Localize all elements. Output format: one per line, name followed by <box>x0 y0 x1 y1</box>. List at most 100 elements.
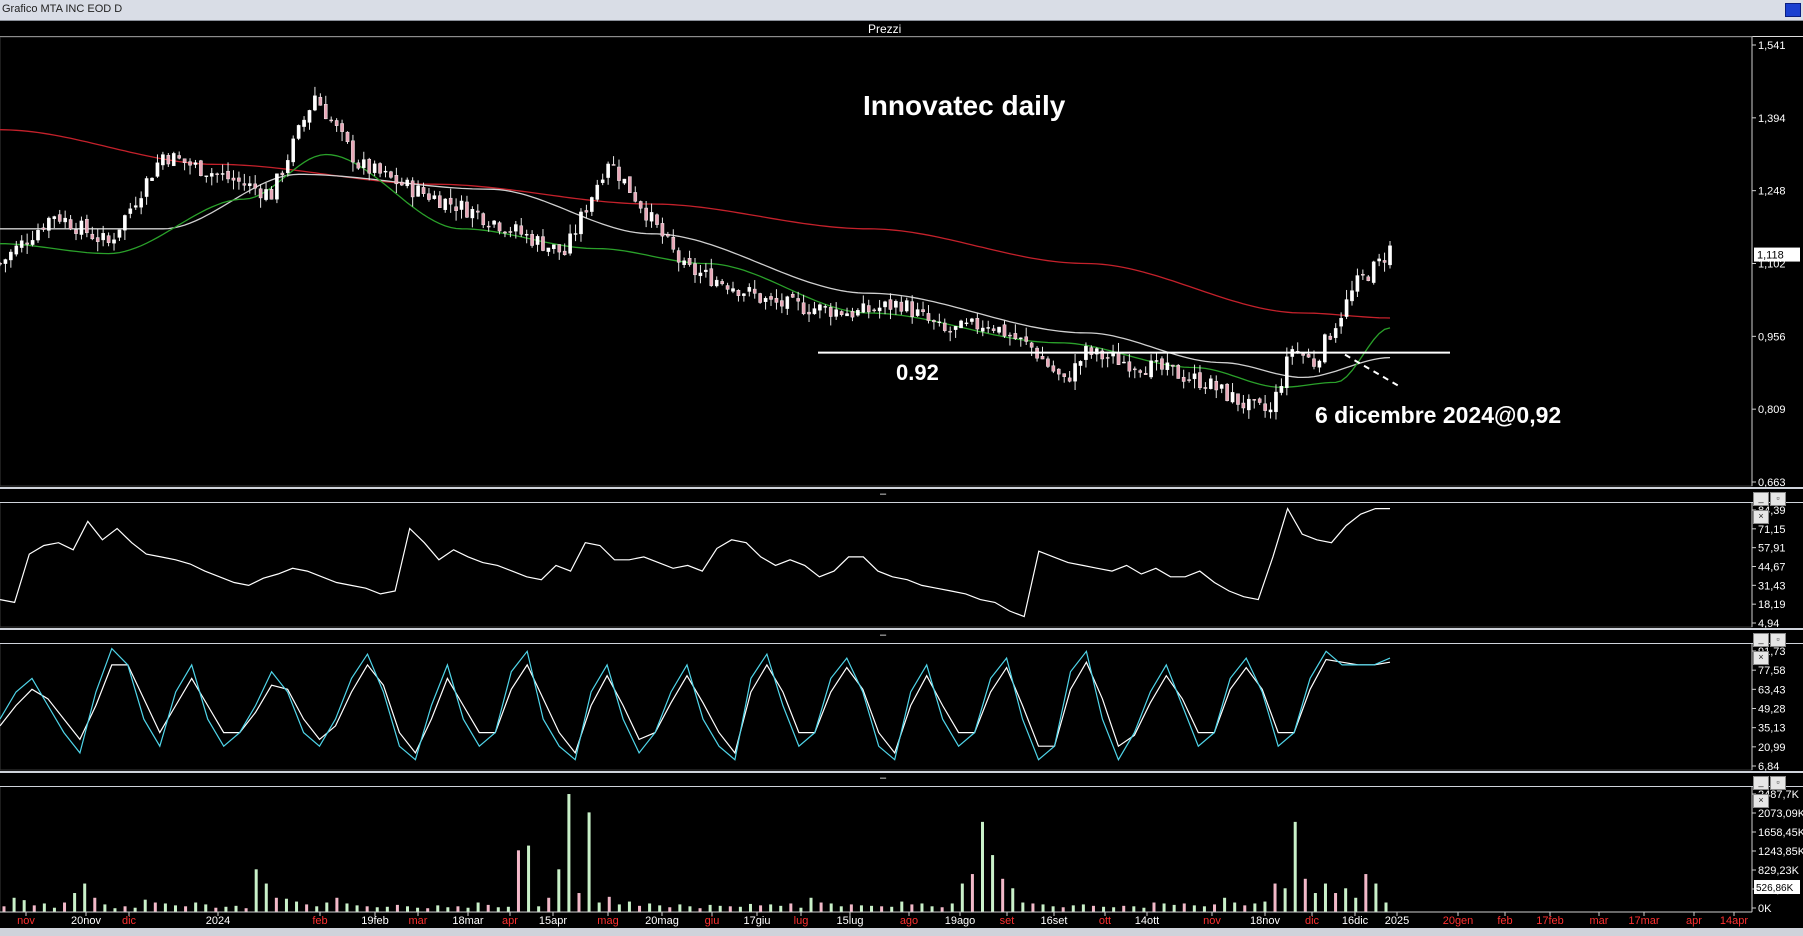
candle-body <box>1306 354 1311 358</box>
candle-body <box>579 211 583 235</box>
maximize-icon[interactable]: ▫ <box>1770 633 1786 647</box>
candle-body <box>731 288 735 292</box>
y-tick-label: 0,809 <box>1758 404 1786 416</box>
candle-body <box>307 110 312 123</box>
minimize-icon[interactable]: _ <box>1753 633 1769 647</box>
volume-bar <box>980 821 984 912</box>
x-tick-label: nov <box>17 915 35 927</box>
volume-bar <box>607 896 611 912</box>
y-tick-label: 20,99 <box>1758 742 1786 754</box>
maximize-icon[interactable]: ▫ <box>1770 492 1786 506</box>
candle-body <box>1214 380 1219 391</box>
volume-bar <box>1112 907 1116 912</box>
volume-bar <box>1081 904 1085 912</box>
volume-bar <box>52 907 56 912</box>
pane-separator-2[interactable]: – <box>0 628 1803 644</box>
y-tick-label: 44,67 <box>1758 562 1786 574</box>
candle-body <box>801 302 806 315</box>
candle-body <box>19 240 24 248</box>
volume-bar <box>375 907 379 912</box>
candle-body <box>1247 398 1251 411</box>
volume-bar <box>960 883 964 912</box>
x-tick-label: 14apr <box>1720 915 1748 927</box>
candle-body <box>399 181 404 186</box>
candlestick-series <box>0 86 1392 420</box>
x-tick-label: 16dic <box>1342 915 1369 927</box>
pane-3-window-buttons[interactable]: _ ▫× <box>1752 772 1800 808</box>
candle-body <box>910 301 914 317</box>
x-tick-label: 20gen <box>1443 915 1474 927</box>
candle-body <box>1209 378 1213 389</box>
volume-bar <box>1172 904 1176 912</box>
volume-bar <box>627 901 631 912</box>
volume-bar <box>194 902 198 912</box>
minimize-icon[interactable]: _ <box>1753 492 1769 506</box>
candle-body <box>247 183 252 186</box>
candle-body <box>747 287 752 292</box>
volume-bar <box>769 904 773 912</box>
candle-body <box>204 175 209 177</box>
bottom-scrollbar[interactable] <box>0 928 1803 936</box>
candle-body <box>226 170 230 180</box>
volume-bar <box>527 845 531 912</box>
y-tick-label: 1658,45K <box>1758 827 1803 839</box>
candle-body <box>356 162 361 169</box>
candle-body <box>861 303 866 313</box>
candle-body <box>986 327 991 329</box>
candle-body <box>85 219 89 234</box>
candle-body <box>964 322 969 325</box>
candle-body <box>1008 334 1012 337</box>
volume-bar <box>133 907 137 912</box>
close-icon[interactable]: × <box>1753 510 1769 524</box>
volume-bar <box>42 903 46 912</box>
candle-body <box>926 313 931 321</box>
candle-body <box>1382 260 1387 263</box>
pane-2-window-buttons[interactable]: _ ▫× <box>1752 629 1800 665</box>
candle-body <box>74 229 78 234</box>
candle-body <box>508 231 513 233</box>
candle-body <box>432 195 437 199</box>
candle-body <box>68 219 73 230</box>
pane-1-window-buttons[interactable]: _ ▫× <box>1752 488 1800 524</box>
candle-body <box>682 260 686 266</box>
y-tick-label: 1243,85K <box>1758 846 1803 858</box>
volume-bar <box>1293 821 1297 912</box>
volume-bar <box>547 897 551 912</box>
candle-body <box>117 229 122 238</box>
volume-bar <box>870 905 874 912</box>
candle-body <box>541 236 545 251</box>
candle-body <box>291 138 296 163</box>
close-icon[interactable]: × <box>1753 794 1769 808</box>
candle-body <box>633 192 638 202</box>
candle-body <box>1040 356 1045 360</box>
candle-body <box>638 201 643 209</box>
candle-body <box>839 311 844 315</box>
candle-body <box>459 200 464 210</box>
candle-body <box>340 123 344 132</box>
volume-bar <box>1273 883 1277 912</box>
volume-bar <box>537 906 541 912</box>
pane-separator-1[interactable]: – <box>0 487 1803 503</box>
candle-body <box>1350 290 1354 302</box>
volume-bar <box>355 905 359 912</box>
candle-body <box>30 240 35 245</box>
volume-bar <box>1313 893 1317 912</box>
x-tick-label: 17feb <box>1536 915 1564 927</box>
close-icon[interactable]: × <box>1753 651 1769 665</box>
separator-handle-icon[interactable]: – <box>880 629 886 641</box>
candle-body <box>915 309 920 316</box>
volume-bar <box>12 897 16 912</box>
candle-body <box>959 320 963 329</box>
maximize-icon[interactable]: ▫ <box>1770 776 1786 790</box>
separator-handle-icon[interactable]: – <box>880 488 886 500</box>
separator-handle-icon[interactable]: – <box>880 772 886 784</box>
volume-bar <box>416 907 420 912</box>
volume-bar <box>284 898 288 912</box>
y-tick-label: 71,15 <box>1758 524 1786 536</box>
volume-bar <box>1354 897 1358 912</box>
volume-bar <box>295 901 299 912</box>
candle-body <box>975 318 980 330</box>
pane-separator-3[interactable]: – <box>0 771 1803 787</box>
candle-body <box>932 320 936 323</box>
minimize-icon[interactable]: _ <box>1753 776 1769 790</box>
